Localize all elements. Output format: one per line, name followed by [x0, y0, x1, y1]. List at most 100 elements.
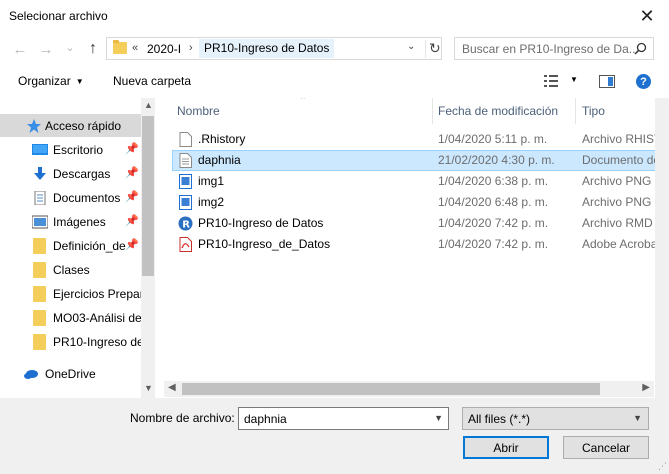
sidebar-item-folder[interactable]: PR10-Ingreso de [0, 330, 141, 353]
chevron-right-icon[interactable]: › [189, 42, 193, 54]
scrollbar-thumb[interactable] [182, 383, 600, 395]
file-name: daphnia [198, 153, 241, 167]
file-type-filter[interactable]: All files (*.*) ▼ [462, 407, 649, 430]
folder-icon [33, 286, 46, 302]
breadcrumb-overflow[interactable]: « [132, 42, 138, 54]
sidebar-item-label: Imágenes [53, 215, 106, 229]
column-divider[interactable] [575, 98, 576, 124]
horizontal-scrollbar[interactable]: ◀ ▶ [164, 381, 654, 397]
column-header-type[interactable]: Tipo [582, 104, 605, 118]
pin-icon[interactable]: 📌 [125, 142, 139, 155]
new-folder-button[interactable]: Nueva carpeta [113, 74, 191, 88]
column-header-name[interactable]: Nombre [177, 104, 220, 118]
image-file-icon [179, 195, 192, 210]
scrollbar-thumb[interactable] [142, 116, 154, 276]
file-name: PR10-Ingreso de Datos [198, 216, 324, 230]
file-row[interactable]: .Rhistory 1/04/2020 5:11 p. m. Archivo R… [172, 129, 669, 150]
file-modified: 21/02/2020 4:30 p. m. [438, 153, 555, 167]
view-options-icon[interactable] [544, 75, 558, 87]
file-row[interactable]: img1 1/04/2020 6:38 p. m. Archivo PNG [172, 171, 669, 192]
resize-grip-icon[interactable]: ⋰ [658, 461, 667, 472]
close-icon[interactable]: ✕ [633, 3, 661, 29]
up-arrow-icon[interactable]: ↑ [83, 39, 103, 59]
scroll-right-icon[interactable]: ▶ [642, 382, 650, 393]
file-modified: 1/04/2020 5:11 p. m. [438, 132, 548, 146]
text-file-icon [179, 153, 192, 168]
sidebar-item-folder[interactable]: Clases [0, 258, 141, 281]
chevron-down-icon[interactable]: ▼ [434, 413, 443, 423]
chevron-down-icon[interactable]: ▼ [570, 75, 578, 84]
sidebar-item-label: Clases [53, 263, 90, 277]
file-name: PR10-Ingreso_de_Datos [198, 237, 331, 251]
pin-icon[interactable]: 📌 [125, 190, 139, 203]
forward-arrow-icon[interactable]: → [36, 39, 56, 59]
folder-icon [33, 310, 46, 326]
dialog-footer: Nombre de archivo: daphnia ▼ All files (… [0, 398, 669, 474]
pin-icon[interactable]: 📌 [125, 166, 139, 179]
sidebar-item-folder[interactable]: MO03-Análisi de [0, 306, 141, 329]
file-row[interactable]: daphnia 21/02/2020 4:30 p. m. Documento … [172, 150, 669, 171]
sidebar-item-folder[interactable]: Definición_de 📌 [0, 234, 141, 257]
blank-file-icon [179, 132, 192, 147]
svg-text:R: R [182, 219, 190, 230]
scroll-up-icon[interactable]: ▲ [144, 100, 153, 110]
sidebar-item-label: Descargas [53, 167, 111, 181]
star-icon [27, 119, 41, 133]
sidebar-item-label: Escritorio [53, 143, 104, 157]
scroll-left-icon[interactable]: ◀ [168, 382, 176, 393]
open-button[interactable]: Abrir [463, 436, 549, 459]
sidebar-item-label: Acceso rápido [45, 119, 122, 133]
sidebar-item-folder[interactable]: Ejercicios Prepar [0, 282, 141, 305]
file-modified: 1/04/2020 6:48 p. m. [438, 195, 549, 209]
sidebar-item-label: OneDrive [45, 367, 96, 381]
search-placeholder: Buscar en PR10-Ingreso de Da... [462, 42, 639, 56]
sidebar-scrollbar[interactable]: ▲ ▼ [141, 98, 155, 398]
r-file-icon: R [178, 216, 193, 231]
filename-value: daphnia [244, 412, 287, 426]
column-divider[interactable] [432, 98, 433, 124]
file-list: ⌃ Nombre Fecha de modificación Tipo .Rhi… [164, 98, 669, 398]
chevron-down-icon[interactable]: ▼ [633, 413, 642, 423]
cancel-button[interactable]: Cancelar [563, 436, 649, 459]
scroll-down-icon[interactable]: ▼ [144, 383, 153, 393]
preview-pane-icon[interactable] [599, 75, 615, 88]
breadcrumb-2020-i[interactable]: 2020-I [147, 42, 181, 56]
file-row[interactable]: img2 1/04/2020 6:48 p. m. Archivo PNG [172, 192, 669, 213]
column-header-modified[interactable]: Fecha de modificación [438, 104, 558, 118]
file-row[interactable]: PR10-Ingreso_de_Datos 1/04/2020 7:42 p. … [172, 234, 669, 255]
organize-button[interactable]: Organizar ▼ [18, 74, 84, 88]
vertical-scrollbar[interactable] [655, 98, 669, 398]
chevron-down-icon[interactable]: ⌄ [407, 41, 415, 52]
pin-icon[interactable]: 📌 [125, 238, 139, 251]
column-headers: ⌃ Nombre Fecha de modificación Tipo [164, 98, 669, 124]
search-input[interactable]: Buscar en PR10-Ingreso de Da... [454, 37, 654, 60]
sidebar-item-pictures[interactable]: Imágenes 📌 [0, 210, 141, 233]
download-icon [34, 167, 46, 180]
help-icon[interactable]: ? [636, 74, 651, 89]
search-icon[interactable] [634, 42, 647, 55]
sidebar-item-onedrive[interactable]: OneDrive [0, 362, 141, 385]
recent-locations-icon[interactable]: ⌄ [60, 37, 80, 57]
sidebar-item-label: Ejercicios Prepar [53, 287, 141, 301]
pin-icon[interactable]: 📌 [125, 214, 139, 227]
folder-icon [113, 40, 127, 54]
sidebar-item-documents[interactable]: Documentos 📌 [0, 186, 141, 209]
back-arrow-icon[interactable]: ← [10, 39, 30, 59]
documents-icon [34, 191, 46, 205]
filename-label: Nombre de archivo: [130, 411, 235, 425]
navigation-bar: ← → ⌄ ↑ « 2020-I › PR10-Ingreso de Datos… [0, 33, 669, 65]
window-title: Selecionar archivo [9, 9, 108, 23]
filename-input[interactable]: daphnia ▼ [238, 407, 449, 430]
cloud-icon [24, 370, 38, 379]
sidebar-item-quick-access[interactable]: Acceso rápido [0, 114, 141, 137]
folder-icon [33, 262, 46, 278]
address-bar[interactable]: « 2020-I › PR10-Ingreso de Datos ⌄ ↻ [106, 37, 442, 60]
refresh-icon[interactable]: ↻ [425, 40, 441, 58]
breadcrumb-current-folder[interactable]: PR10-Ingreso de Datos [199, 39, 335, 58]
file-row[interactable]: R PR10-Ingreso de Datos 1/04/2020 7:42 p… [172, 213, 669, 234]
command-toolbar: Organizar ▼ Nueva carpeta ▼ ? [0, 66, 669, 98]
file-type: Archivo RMD [582, 216, 653, 230]
sidebar-item-downloads[interactable]: Descargas 📌 [0, 162, 141, 185]
file-name: img1 [198, 174, 225, 188]
sidebar-item-desktop[interactable]: Escritorio 📌 [0, 138, 141, 161]
